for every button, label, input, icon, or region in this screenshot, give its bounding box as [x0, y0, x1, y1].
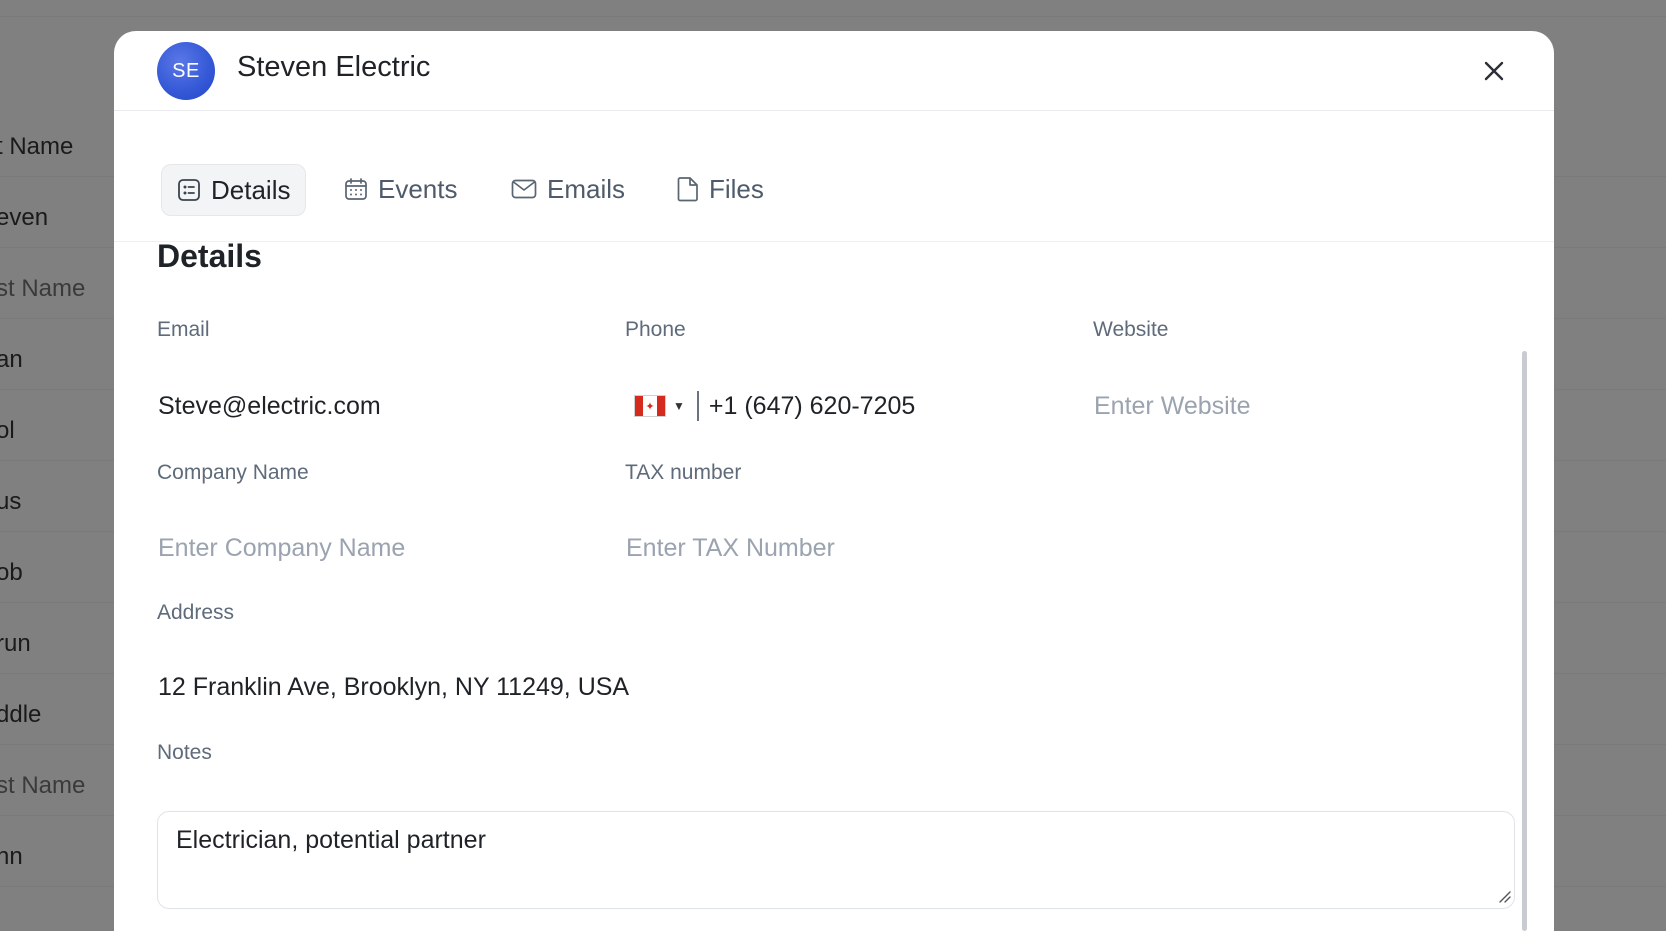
- tab-label: Files: [709, 173, 764, 204]
- email-label: Email: [157, 318, 210, 341]
- tab-label: Emails: [547, 173, 626, 204]
- tab-events[interactable]: Events: [344, 164, 458, 214]
- scrollbar[interactable]: [1522, 351, 1527, 931]
- background-divider: [0, 16, 1666, 17]
- company-name-input[interactable]: [158, 528, 588, 568]
- chevron-down-icon[interactable]: ▼: [673, 399, 685, 413]
- tab-files[interactable]: Files: [677, 164, 764, 214]
- phone-input[interactable]: [708, 391, 969, 421]
- avatar: SE: [157, 42, 215, 100]
- list-item-text: st Name: [0, 772, 86, 799]
- list-item-text: ol: [0, 417, 15, 444]
- notes-label: Notes: [157, 741, 212, 764]
- list-item-text: an: [0, 346, 23, 373]
- list-item-text: t Name: [0, 133, 74, 160]
- close-button[interactable]: [1476, 53, 1512, 89]
- address-input[interactable]: [158, 667, 1058, 707]
- list-item-text: even: [0, 204, 49, 231]
- company-name-label: Company Name: [157, 461, 309, 484]
- resize-handle-icon[interactable]: [1497, 889, 1511, 903]
- list-item-text: us: [0, 488, 22, 515]
- file-icon: [677, 177, 698, 202]
- list-item-text: run: [0, 630, 31, 657]
- tax-number-label: TAX number: [625, 461, 742, 484]
- mail-icon: [511, 179, 537, 199]
- phone-divider: [696, 391, 699, 421]
- tab-label: Details: [211, 174, 291, 205]
- modal-header: SE Steven Electric: [114, 31, 1554, 111]
- email-field[interactable]: [158, 386, 588, 426]
- tax-number-input[interactable]: [626, 528, 1056, 568]
- list-item-text: st Name: [0, 275, 86, 302]
- list-item-text: ddle: [0, 701, 42, 728]
- address-label: Address: [157, 601, 235, 624]
- phone-field: ✦ ▼: [634, 386, 969, 426]
- page-title: Steven Electric: [237, 51, 431, 83]
- tab-emails[interactable]: Emails: [511, 164, 625, 214]
- list-item-text: nn: [0, 843, 23, 870]
- details-icon: [178, 179, 200, 201]
- contact-modal: SE Steven Electric Details Events Emails…: [114, 31, 1554, 931]
- close-icon: [1484, 61, 1504, 81]
- list-item-text: ob: [0, 559, 23, 586]
- tab-label: Events: [378, 173, 458, 204]
- phone-label: Phone: [625, 318, 686, 341]
- tab-details[interactable]: Details: [161, 164, 307, 216]
- canada-flag-icon[interactable]: ✦: [634, 395, 666, 417]
- tab-bar: Details Events Emails Files: [114, 111, 1554, 242]
- notes-textarea[interactable]: Electrician, potential partner: [157, 811, 1515, 909]
- website-input[interactable]: [1094, 386, 1494, 426]
- calendar-icon: [345, 178, 367, 200]
- website-label: Website: [1093, 318, 1169, 341]
- section-title: Details: [157, 238, 262, 274]
